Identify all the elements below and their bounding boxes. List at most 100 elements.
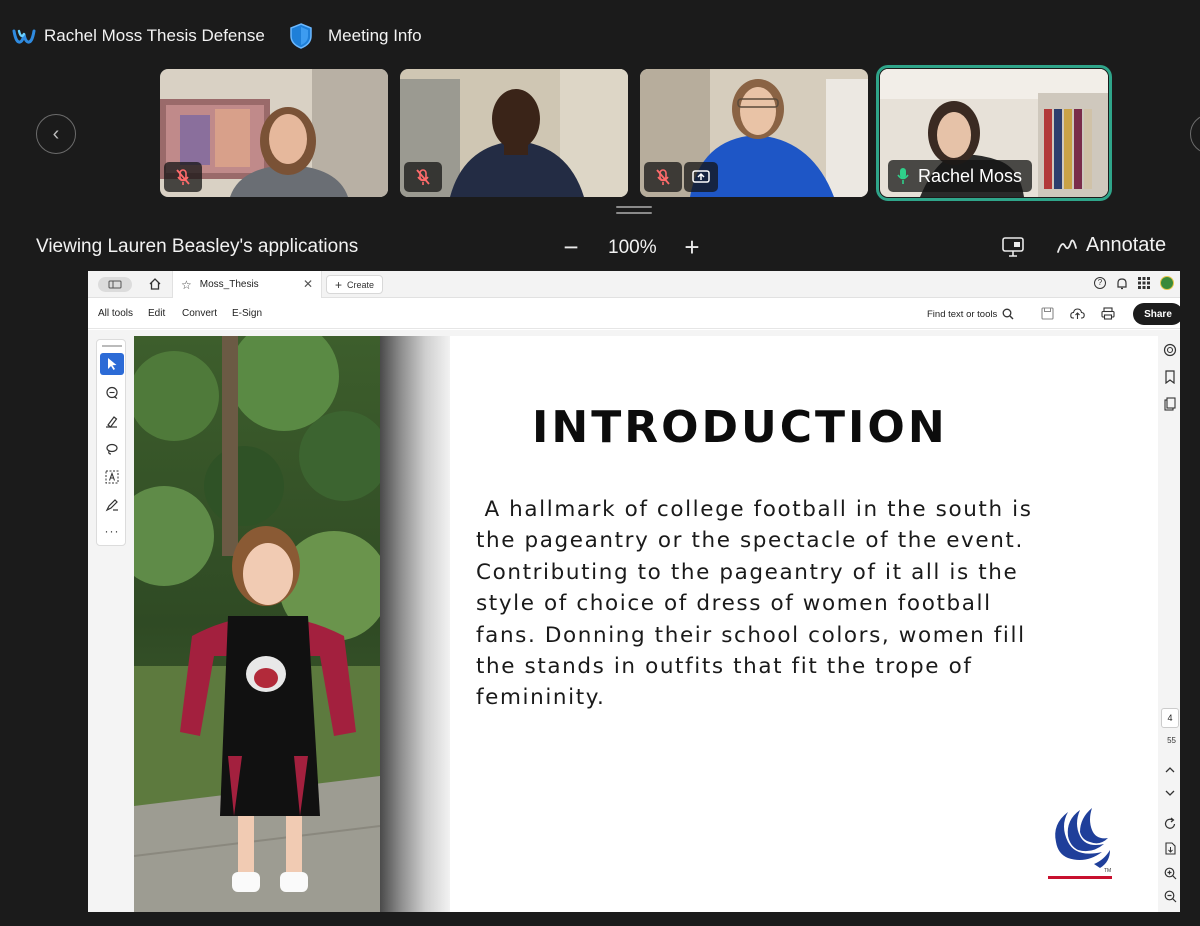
- right-sidebar: 4 55: [1158, 330, 1180, 912]
- app-tab-bar: ☆ Moss_Thesis ✕ + Create ?: [88, 271, 1180, 298]
- help-icon[interactable]: ?: [1094, 277, 1106, 289]
- child-cheerleader-photo: [134, 336, 380, 912]
- pdf-page: INTRODUCTION A hallmark of college footb…: [134, 336, 1158, 912]
- share-screen-icon: [692, 170, 710, 183]
- sign-tool[interactable]: [100, 494, 124, 516]
- meeting-top-bar: Rachel Moss Thesis Defense Meeting Info: [0, 0, 1200, 70]
- trademark-mark: TM: [1104, 868, 1111, 874]
- cursor-arrow-icon: [108, 358, 117, 370]
- slide-body-text: A hallmark of college football in the so…: [476, 497, 1033, 711]
- meeting-info-label: Meeting Info: [328, 26, 422, 45]
- app-header-icons: ?: [1094, 276, 1174, 290]
- filmstrip-prev-button[interactable]: ‹: [36, 114, 76, 154]
- document-viewer: ··· INTRODUCTION A hallmark of college f…: [88, 330, 1180, 912]
- create-button[interactable]: + Create: [326, 275, 384, 294]
- text-box-tool[interactable]: [100, 466, 124, 488]
- save-button[interactable]: [1041, 307, 1054, 325]
- mic-muted-icon: [176, 169, 190, 185]
- university-flame-logo: TM: [1046, 802, 1116, 888]
- more-tools-icon[interactable]: ···: [100, 520, 124, 542]
- select-tool[interactable]: [100, 353, 124, 375]
- mic-muted-indicator: [404, 162, 442, 192]
- webex-logo-icon: [12, 29, 36, 44]
- draw-tool[interactable]: [100, 438, 124, 460]
- mic-muted-icon: [656, 169, 670, 185]
- zoom-in-icon[interactable]: [1162, 865, 1178, 881]
- printer-icon: [1101, 307, 1115, 320]
- speaker-name-tag: Rachel Moss: [888, 160, 1033, 192]
- slide-heading: INTRODUCTION: [532, 402, 948, 453]
- comment-icon: [106, 386, 118, 399]
- apps-grid-icon[interactable]: [1138, 277, 1150, 289]
- avatar[interactable]: [1160, 276, 1174, 290]
- star-icon[interactable]: ☆: [181, 278, 192, 292]
- filmstrip-next-button[interactable]: ›: [1190, 114, 1200, 154]
- meeting-info-button[interactable]: Meeting Info: [288, 22, 422, 50]
- annotate-label: Annotate: [1086, 234, 1167, 256]
- participant-tile[interactable]: [640, 69, 868, 197]
- chevron-up-icon[interactable]: [1162, 762, 1178, 778]
- photo-shadow: [380, 336, 450, 912]
- monitor-icon: [1002, 237, 1024, 257]
- close-tab-icon[interactable]: ✕: [303, 277, 313, 291]
- mic-muted-icon: [416, 169, 430, 185]
- plus-icon: +: [335, 277, 343, 292]
- zoom-out-button[interactable]: −: [556, 232, 586, 262]
- screen-sharing-indicator: [684, 162, 718, 192]
- home-button[interactable]: [148, 277, 162, 296]
- sidebar-toggle-button[interactable]: [98, 277, 132, 292]
- pages-thumbnails-icon[interactable]: [1162, 396, 1178, 412]
- chevron-down-icon[interactable]: [1162, 785, 1178, 801]
- current-page-input[interactable]: 4: [1161, 708, 1179, 728]
- shared-screen: ☆ Moss_Thesis ✕ + Create ? All tools Edi…: [88, 271, 1180, 912]
- menu-edit[interactable]: Edit: [148, 308, 165, 319]
- chevron-left-icon: ‹: [52, 122, 60, 145]
- toolbar-grip: [102, 345, 122, 347]
- create-label: Create: [347, 279, 375, 290]
- print-button[interactable]: [1101, 307, 1115, 325]
- participant-tile[interactable]: [400, 69, 628, 197]
- rotate-icon[interactable]: [1162, 815, 1178, 831]
- ai-assistant-icon[interactable]: [1162, 342, 1178, 358]
- zoom-out-icon[interactable]: [1162, 888, 1178, 904]
- shield-icon: [290, 23, 312, 49]
- search-icon: [1002, 308, 1014, 320]
- menu-convert[interactable]: Convert: [182, 308, 217, 319]
- meeting-title-group: Rachel Moss Thesis Defense: [12, 22, 265, 50]
- panel-icon: [108, 280, 122, 289]
- home-icon: [149, 278, 161, 290]
- app-menu-bar: All tools Edit Convert E-Sign Find text …: [88, 299, 1180, 329]
- mic-active-icon: [897, 168, 909, 184]
- annotate-pen-icon: [1057, 239, 1077, 253]
- highlighter-icon: [106, 416, 118, 428]
- sharing-status-label: Viewing Lauren Beasley's applications: [36, 236, 359, 257]
- quick-tools-toolbar: ···: [96, 339, 126, 546]
- document-tab[interactable]: ☆ Moss_Thesis ✕: [172, 271, 322, 298]
- meeting-title: Rachel Moss Thesis Defense: [44, 26, 265, 45]
- pen-sign-icon: [105, 499, 118, 512]
- upload-button[interactable]: [1070, 307, 1085, 325]
- menu-e-sign[interactable]: E-Sign: [232, 308, 262, 319]
- mic-muted-indicator: [164, 162, 202, 192]
- menu-all-tools[interactable]: All tools: [98, 308, 133, 319]
- zoom-in-button[interactable]: +: [677, 232, 707, 262]
- zoom-level: 100%: [608, 237, 657, 258]
- share-button[interactable]: Share: [1133, 303, 1180, 325]
- page-count: 55: [1167, 736, 1176, 745]
- extract-page-icon[interactable]: [1162, 840, 1178, 856]
- view-options-button[interactable]: [1001, 236, 1025, 263]
- bell-icon[interactable]: [1116, 277, 1128, 290]
- save-icon: [1041, 307, 1054, 320]
- find-label: Find text or tools: [927, 308, 998, 320]
- speaker-name: Rachel Moss: [918, 165, 1023, 186]
- filmstrip-resize-handle[interactable]: [616, 206, 652, 216]
- annotate-button[interactable]: Annotate: [1056, 234, 1166, 257]
- comment-tool[interactable]: [100, 382, 124, 404]
- cloud-upload-icon: [1070, 308, 1085, 319]
- participant-tile[interactable]: [160, 69, 388, 197]
- participant-tile-active[interactable]: Rachel Moss: [876, 65, 1112, 201]
- lasso-icon: [106, 443, 118, 455]
- highlight-tool[interactable]: [100, 410, 124, 432]
- bookmark-icon[interactable]: [1162, 369, 1178, 385]
- find-text-or-tools[interactable]: Find text or tools: [927, 308, 1014, 320]
